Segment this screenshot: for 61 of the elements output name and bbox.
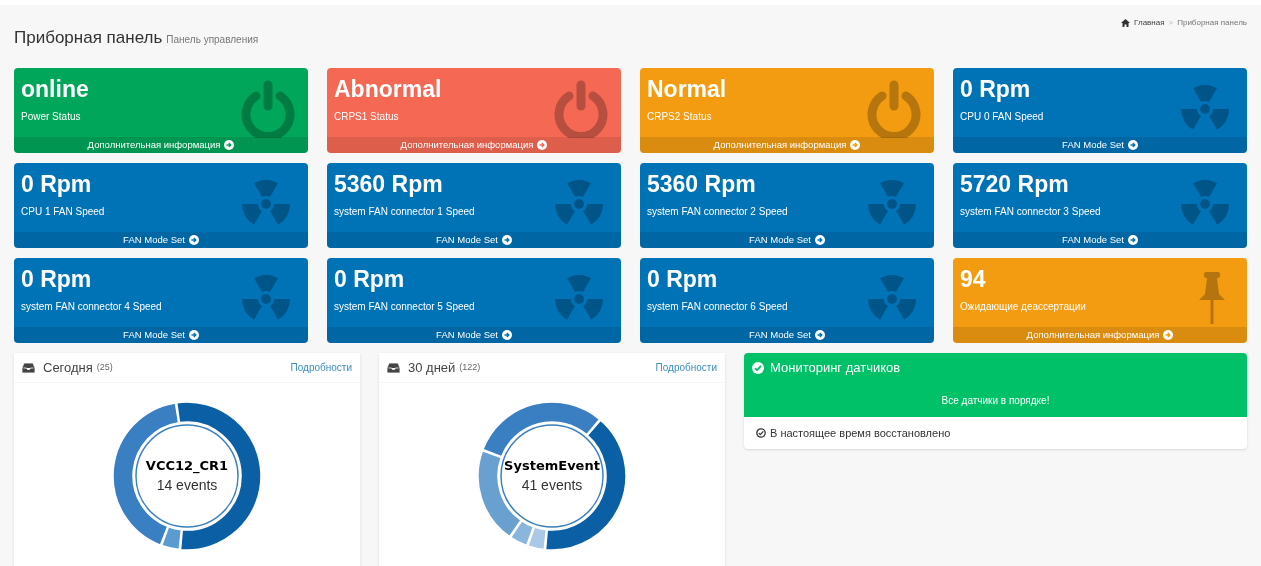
details-link[interactable]: Подробности [290,360,352,375]
tile-label: system FAN connector 2 Speed [647,206,789,218]
tile-label: system FAN connector 6 Speed [647,301,789,313]
tile-value: 0 Rpm [647,265,719,293]
tile-label: CPU 0 FAN Speed [960,111,1045,123]
donut-center-title: SystemEvent [504,456,600,475]
tile-value: 5360 Rpm [334,170,444,198]
tile-value: 0 Rpm [21,265,93,293]
panel-title: 30 дней [408,358,456,377]
tile-footer-link[interactable]: FAN Mode Set [953,137,1247,153]
tile-footer-link[interactable]: FAN Mode Set [640,327,934,343]
event-count: (25) [96,360,113,374]
tile-label: Ожидающие деассертации [960,301,1087,313]
check-circle-icon [756,428,766,438]
tile-value: Abnormal [334,75,443,103]
pushpin-icon [1197,270,1227,326]
inbox-icon [22,362,35,373]
tile-value: 0 Rpm [334,265,406,293]
panel-title: Сегодня [43,358,93,377]
tile-footer-link[interactable]: FAN Mode Set [14,327,308,343]
status-message: Все датчики в порядке! [940,393,1051,408]
breadcrumb-link[interactable]: Главная [1134,17,1165,29]
tile-label: system FAN connector 1 Speed [334,206,476,218]
tile-footer-link[interactable]: FAN Mode Set [953,232,1247,248]
breadcrumb-current: Приборная панель [1177,17,1247,29]
power-icon [240,80,296,138]
page-subtitle: Панель управления [166,33,259,47]
tile-value: 5360 Rpm [647,170,757,198]
tile-footer-link[interactable]: Дополнительная информация [327,137,621,153]
tile-value: 94 [960,265,987,293]
page-title: Приборная панель [14,27,163,49]
donut-center-text: 14 events [156,476,218,496]
tile-footer-link[interactable]: FAN Mode Set [640,232,934,248]
tile-value: Normal [647,75,728,103]
tile-label: system FAN connector 5 Speed [334,301,476,313]
tile-value: online [21,75,90,103]
tile-footer-link[interactable]: FAN Mode Set [327,327,621,343]
power-icon [553,80,609,138]
tile-value: 0 Rpm [960,75,1032,103]
power-icon [866,80,922,138]
tile-label: CRPS2 Status [647,111,713,123]
tile-value: 5720 Rpm [960,170,1070,198]
donut-center-text: 41 events [521,476,583,496]
check-circle-icon [752,362,764,374]
tile-label: system FAN connector 3 Speed [960,206,1102,218]
tile-footer-link[interactable]: FAN Mode Set [327,232,621,248]
event-count: (122) [459,360,481,374]
details-link[interactable]: Подробности [655,360,717,375]
breadcrumb-separator: > [1168,17,1174,29]
inbox-icon [387,362,400,373]
tile-value: 0 Rpm [21,170,93,198]
tile-label: Power Status [21,111,82,123]
tile-label: system FAN connector 4 Speed [21,301,163,313]
tile-label: CPU 1 FAN Speed [21,206,106,218]
status-text: В настоящее время восстановлено [770,425,951,441]
panel-title: Мониторинг датчиков [770,359,901,378]
tile-footer-link[interactable]: Дополнительная информация [14,137,308,153]
home-icon [1121,19,1131,27]
tile-footer-link[interactable]: FAN Mode Set [14,232,308,248]
donut-center-title: VCC12_CR1 [145,456,229,476]
tile-label: CRPS1 Status [334,111,400,123]
